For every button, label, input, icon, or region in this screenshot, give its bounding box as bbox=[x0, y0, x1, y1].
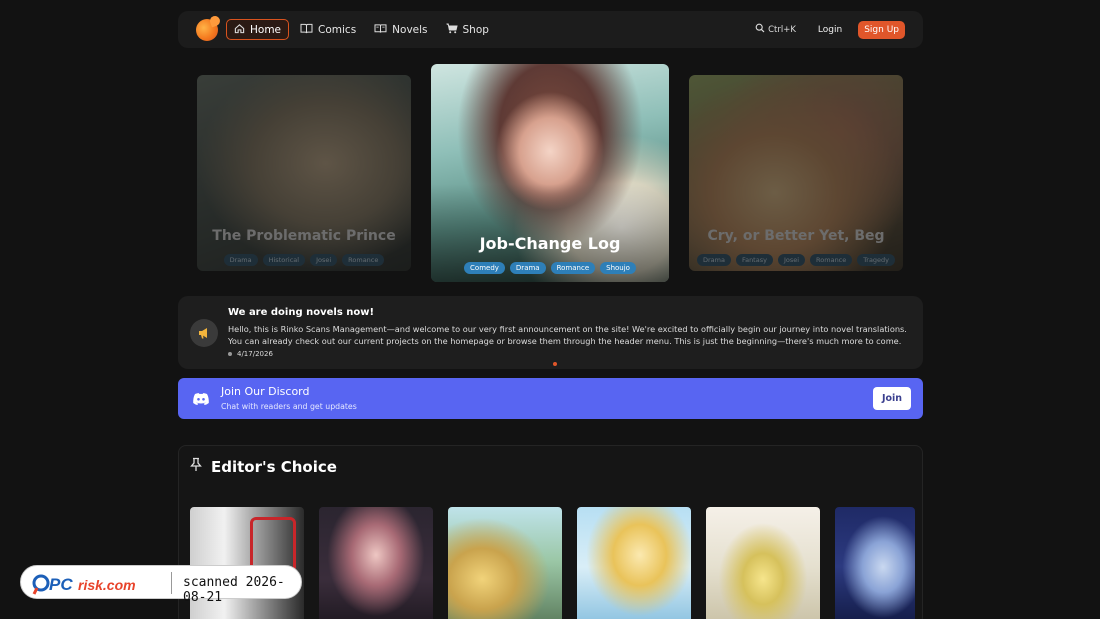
genre-tag[interactable]: Drama bbox=[696, 254, 731, 266]
genre-tag[interactable]: Comedy bbox=[464, 262, 505, 274]
nav-novels[interactable]: Novels bbox=[367, 19, 434, 40]
carousel-card-left[interactable]: The Problematic Prince Drama Historical … bbox=[197, 75, 411, 271]
comic-cover[interactable] bbox=[577, 507, 691, 619]
dot-icon bbox=[228, 352, 232, 356]
nav-comics[interactable]: Comics bbox=[293, 19, 363, 40]
pcrisk-logo: PC risk.com bbox=[32, 574, 136, 595]
announcement-date: 4/17/2026 bbox=[228, 350, 273, 358]
announcement-banner: We are doing novels now! Hello, this is … bbox=[178, 296, 923, 369]
section-heading: Editor's Choice bbox=[189, 457, 337, 476]
discord-title: Join Our Discord bbox=[221, 385, 310, 398]
nav-home-label: Home bbox=[250, 23, 282, 36]
join-discord-button[interactable]: Join bbox=[873, 387, 911, 410]
card-title: Job-Change Log bbox=[479, 234, 621, 253]
home-icon bbox=[234, 23, 245, 36]
pin-icon bbox=[189, 457, 203, 476]
header-actions: Ctrl+K Login Sign Up bbox=[749, 20, 905, 39]
main-nav: Home Comics Novels Shop bbox=[226, 19, 496, 40]
card-title: Cry, or Better Yet, Beg bbox=[707, 228, 885, 244]
comic-cover[interactable] bbox=[319, 507, 433, 619]
brand-pc: PC bbox=[49, 575, 73, 594]
genre-tag[interactable]: Josei bbox=[777, 254, 806, 266]
site-logo[interactable] bbox=[196, 18, 218, 41]
editors-choice-title: Editor's Choice bbox=[211, 457, 337, 476]
announcement-title: We are doing novels now! bbox=[228, 307, 375, 318]
scan-date-text: scanned 2026-08-21 bbox=[183, 575, 285, 605]
discord-icon bbox=[191, 389, 210, 408]
search-shortcut: Ctrl+K bbox=[768, 24, 796, 35]
card-tags: Drama Historical Josei Romance bbox=[197, 254, 411, 266]
nav-novels-label: Novels bbox=[392, 23, 428, 36]
card-tags: Comedy Drama Romance Shoujo bbox=[431, 262, 669, 274]
megaphone-icon bbox=[190, 319, 218, 347]
announcement-date-text: 4/17/2026 bbox=[237, 350, 273, 358]
card-tags: Drama Fantasy Josei Romance Tragedy bbox=[689, 254, 903, 266]
cart-icon bbox=[446, 23, 458, 36]
carousel-card-center[interactable]: Job-Change Log Comedy Drama Romance Shou… bbox=[431, 64, 669, 282]
comic-cover[interactable] bbox=[448, 507, 562, 619]
search-button[interactable]: Ctrl+K bbox=[749, 21, 802, 38]
genre-tag[interactable]: Romance bbox=[810, 254, 853, 266]
card-title: The Problematic Prince bbox=[212, 228, 396, 244]
genre-tag[interactable]: Drama bbox=[509, 262, 546, 274]
genre-tag[interactable]: Tragedy bbox=[857, 254, 896, 266]
site-header: Home Comics Novels Shop Ctrl+K Login Sig… bbox=[178, 11, 923, 48]
genre-tag[interactable]: Josei bbox=[310, 254, 338, 266]
carousel-card-right[interactable]: Cry, or Better Yet, Beg Drama Fantasy Jo… bbox=[689, 75, 903, 271]
login-button[interactable]: Login bbox=[812, 21, 848, 39]
genre-tag[interactable]: Romance bbox=[550, 262, 596, 274]
genre-tag[interactable]: Shoujo bbox=[600, 262, 636, 274]
carousel-indicator[interactable] bbox=[553, 362, 557, 366]
comic-cover[interactable] bbox=[835, 507, 915, 619]
genre-tag[interactable]: Fantasy bbox=[735, 254, 773, 266]
announcement-body: Hello, this is Rinko Scans Management—an… bbox=[228, 324, 907, 346]
comic-cover[interactable] bbox=[706, 507, 820, 619]
nav-shop[interactable]: Shop bbox=[439, 19, 496, 40]
watermark-badge: PC risk.com scanned 2026-08-21 bbox=[20, 565, 302, 605]
book-icon bbox=[374, 23, 387, 36]
genre-tag[interactable]: Drama bbox=[223, 254, 258, 266]
genre-tag[interactable]: Historical bbox=[262, 254, 306, 266]
genre-tag[interactable]: Romance bbox=[342, 254, 385, 266]
book-open-icon bbox=[300, 23, 313, 36]
discord-subtitle: Chat with readers and get updates bbox=[221, 402, 357, 411]
search-icon bbox=[755, 23, 765, 36]
discord-banner: Join Our Discord Chat with readers and g… bbox=[178, 378, 923, 419]
brand-risk: risk.com bbox=[78, 577, 136, 593]
signup-button[interactable]: Sign Up bbox=[858, 20, 905, 39]
nav-comics-label: Comics bbox=[318, 23, 357, 36]
nav-home[interactable]: Home bbox=[226, 19, 290, 40]
nav-shop-label: Shop bbox=[462, 23, 489, 36]
